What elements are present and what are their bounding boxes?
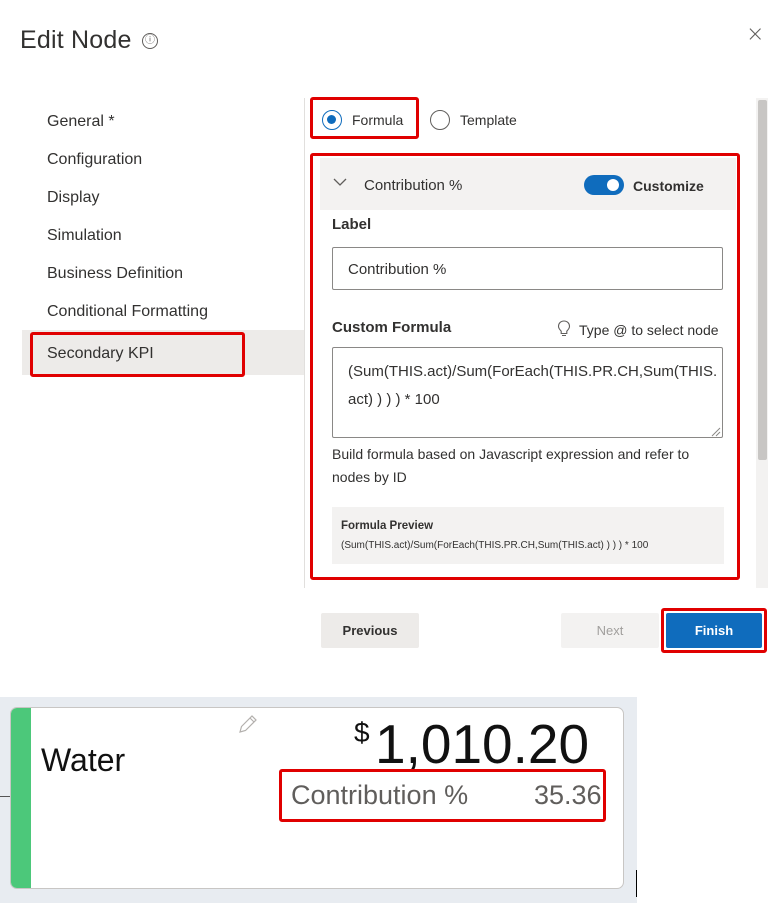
nav-item-configuration[interactable]: Configuration [47,151,142,169]
highlight-secondary-kpi [30,332,245,377]
nav-item-conditional-formatting[interactable]: Conditional Formatting [47,303,208,321]
nav-item-general[interactable]: General * [47,113,115,131]
dialog-title: Edit Node [20,26,132,54]
text-cursor [636,870,637,897]
template-radio[interactable] [430,110,450,130]
kpi-card[interactable]: Water $ 1,010.20 Contribution % 35.36 [10,707,624,889]
highlight-formula-section [310,153,740,580]
highlight-formula-option [310,97,419,139]
card-accent-bar [11,708,31,888]
nav-item-display[interactable]: Display [47,189,99,207]
nav-item-simulation[interactable]: Simulation [47,227,122,245]
template-radio-label: Template [460,112,517,128]
highlight-finish-button [661,608,767,653]
previous-button[interactable]: Previous [321,613,419,648]
pencil-icon[interactable] [236,712,260,736]
highlight-secondary-kpi-value [279,769,606,822]
card-amount: 1,010.20 [375,713,590,775]
info-icon[interactable]: ⓘ [142,33,158,49]
card-node-name: Water [41,742,126,778]
panel-divider [304,98,305,588]
card-currency: $ [354,717,370,748]
scrollbar-thumb[interactable] [758,100,767,460]
next-button[interactable]: Next [561,613,659,648]
close-icon[interactable]: × [746,22,764,47]
nav-item-business-definition[interactable]: Business Definition [47,265,183,283]
